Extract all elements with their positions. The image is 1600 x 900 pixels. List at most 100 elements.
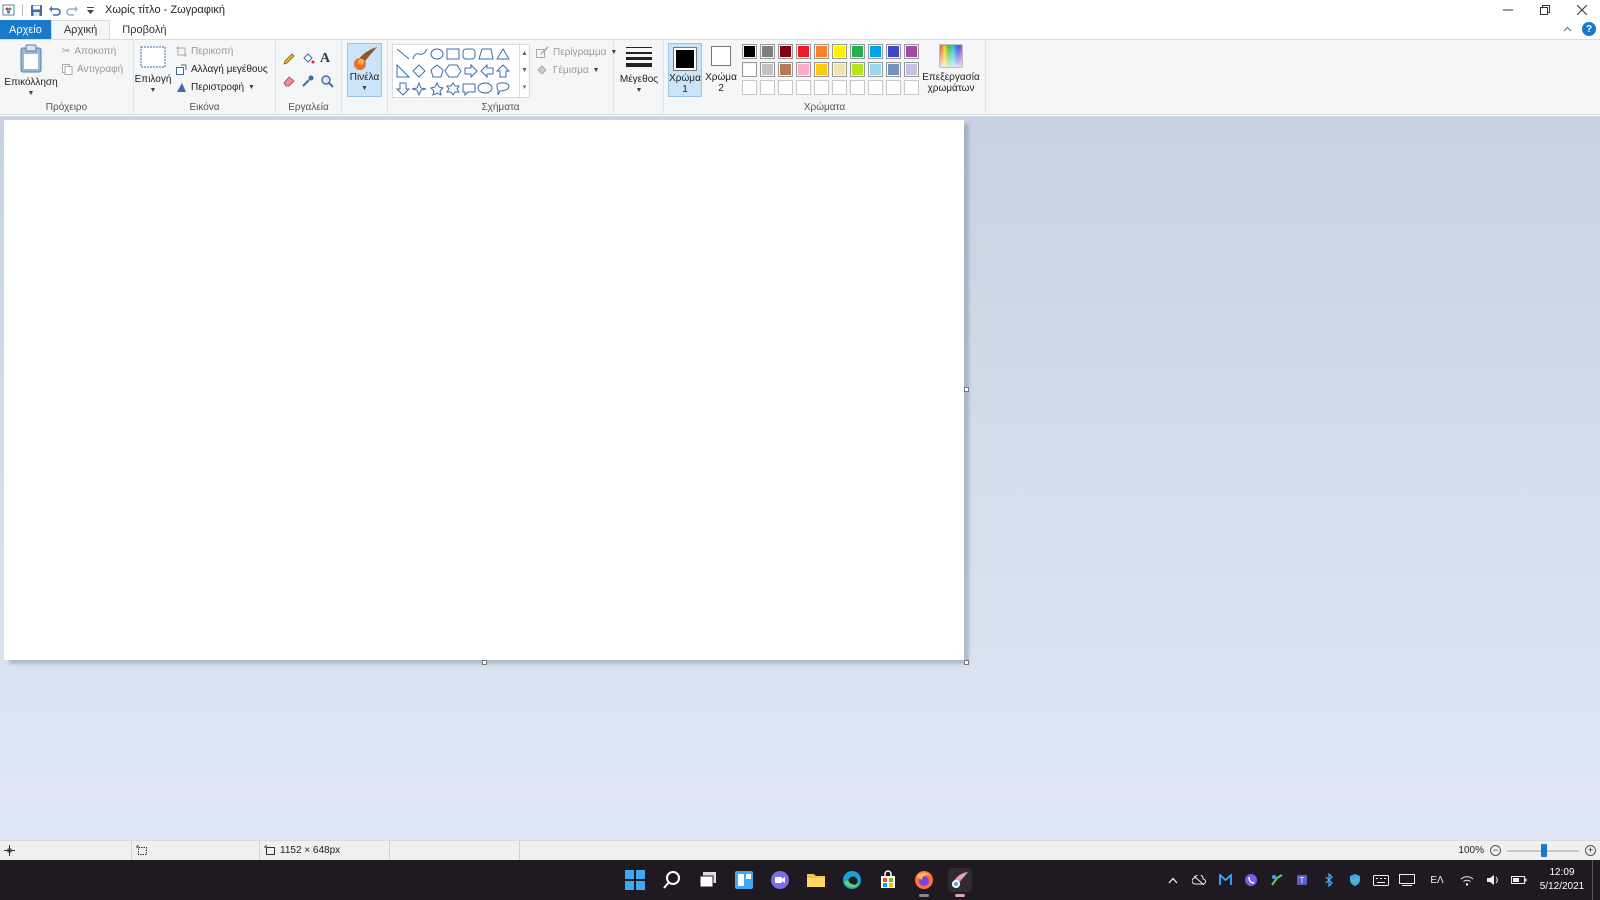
search-icon[interactable] <box>660 868 684 892</box>
palette-swatch[interactable] <box>760 44 775 59</box>
zoom-slider-thumb[interactable] <box>1541 843 1547 857</box>
battery-icon[interactable] <box>1506 875 1532 885</box>
store-icon[interactable] <box>876 868 900 892</box>
minimize-button[interactable] <box>1489 0 1526 20</box>
undo-icon[interactable] <box>47 3 61 17</box>
custom-color-slot[interactable] <box>886 80 901 95</box>
cut-button[interactable]: ✂ Αποκοπή <box>62 46 116 57</box>
fill-button[interactable]: Γέμισμα ▼ <box>536 64 600 76</box>
palette-swatch[interactable] <box>760 62 775 77</box>
paste-button[interactable]: Επικόλληση ▼ <box>4 44 58 99</box>
color2-button[interactable]: Χρώμα 2 <box>704 46 738 94</box>
magnifier-icon[interactable] <box>320 74 334 91</box>
palette-swatch[interactable] <box>742 44 757 59</box>
shapes-scroll[interactable]: ▲ ▼ ▾ <box>520 44 530 98</box>
security-shield-icon[interactable] <box>1342 873 1368 887</box>
zoom-out-button[interactable]: − <box>1490 845 1501 856</box>
palette-swatch[interactable] <box>850 62 865 77</box>
palette-swatch[interactable] <box>742 62 757 77</box>
tab-view[interactable]: Προβολή <box>110 20 178 39</box>
firefox-icon[interactable] <box>912 868 936 897</box>
palette-swatch[interactable] <box>886 62 901 77</box>
touch-keyboard-icon[interactable] <box>1368 874 1394 886</box>
custom-color-slot[interactable] <box>760 80 775 95</box>
palette-swatch[interactable] <box>868 44 883 59</box>
graphics-tray-icon[interactable] <box>1264 873 1290 887</box>
show-hidden-icons-icon[interactable] <box>1160 877 1186 884</box>
palette-swatch[interactable] <box>868 62 883 77</box>
volume-icon[interactable] <box>1480 874 1506 886</box>
input-language[interactable]: ΕΛ <box>1420 875 1454 886</box>
color1-button[interactable]: Χρώμα 1 <box>668 43 702 97</box>
pencil-icon[interactable] <box>282 52 296 69</box>
tab-home[interactable]: Αρχική <box>50 20 111 39</box>
close-button[interactable] <box>1563 0 1600 20</box>
custom-color-slot[interactable] <box>814 80 829 95</box>
widgets-icon[interactable] <box>732 868 756 892</box>
teams-icon[interactable]: T <box>1290 873 1316 887</box>
custom-color-slot[interactable] <box>850 80 865 95</box>
outline-button[interactable]: Περίγραμμα ▼ <box>536 46 617 58</box>
palette-swatch[interactable] <box>778 44 793 59</box>
color-picker-icon[interactable] <box>301 74 315 91</box>
file-explorer-icon[interactable] <box>804 868 828 892</box>
text-tool-icon[interactable]: A <box>320 51 330 67</box>
paste-dropdown-icon[interactable]: ▼ <box>28 88 35 99</box>
custom-color-slot[interactable] <box>868 80 883 95</box>
custom-color-slot[interactable] <box>904 80 919 95</box>
help-icon[interactable]: ? <box>1582 22 1596 36</box>
palette-swatch[interactable] <box>814 62 829 77</box>
custom-color-slot[interactable] <box>796 80 811 95</box>
shapes-gallery[interactable] <box>392 44 520 98</box>
save-icon[interactable] <box>29 3 43 17</box>
size-button[interactable]: Μέγεθος ▼ <box>618 46 660 96</box>
restore-button[interactable] <box>1526 0 1563 20</box>
start-icon[interactable] <box>623 868 647 892</box>
palette-swatch[interactable] <box>832 62 847 77</box>
customize-qat-icon[interactable] <box>83 3 97 17</box>
select-dropdown-icon[interactable]: ▼ <box>150 85 157 96</box>
palette-swatch[interactable] <box>814 44 829 59</box>
redo-icon[interactable] <box>65 3 79 17</box>
copy-button[interactable]: Αντιγραφή <box>62 64 123 75</box>
brushes-button[interactable]: Πινέλα ▼ <box>347 43 382 97</box>
chat-icon[interactable] <box>768 868 792 892</box>
palette-swatch[interactable] <box>904 44 919 59</box>
viber-icon[interactable] <box>1238 873 1264 887</box>
resize-button[interactable]: Αλλαγή μεγέθους <box>176 64 268 75</box>
drawing-canvas[interactable] <box>4 120 964 660</box>
select-button[interactable]: Επιλογή ▼ <box>135 46 171 96</box>
minimize-ribbon-icon[interactable] <box>1563 23 1572 35</box>
clock[interactable]: 12:09 5/12/2021 <box>1532 866 1592 894</box>
tab-file[interactable]: Αρχείο <box>0 20 51 39</box>
fill-bucket-icon[interactable] <box>301 52 315 69</box>
edge-icon[interactable] <box>840 868 864 892</box>
bluetooth-icon[interactable] <box>1316 873 1342 887</box>
zoom-in-button[interactable]: + <box>1585 845 1596 856</box>
resize-handle-corner[interactable] <box>964 660 969 665</box>
paint-app-icon[interactable] <box>2 3 16 17</box>
eraser-icon[interactable] <box>282 74 296 91</box>
crop-button[interactable]: Περικοπή <box>176 46 233 57</box>
paint-taskbar-icon[interactable] <box>948 868 972 897</box>
onedrive-offline-icon[interactable] <box>1186 875 1212 885</box>
palette-swatch[interactable] <box>904 62 919 77</box>
palette-swatch[interactable] <box>850 44 865 59</box>
palette-swatch[interactable] <box>778 62 793 77</box>
wifi-icon[interactable] <box>1454 875 1480 886</box>
mail-app-icon[interactable] <box>1212 874 1238 886</box>
resize-handle-right[interactable] <box>964 387 969 392</box>
palette-swatch[interactable] <box>796 62 811 77</box>
show-desktop-button[interactable] <box>1592 860 1600 900</box>
palette-swatch[interactable] <box>832 44 847 59</box>
custom-color-slot[interactable] <box>742 80 757 95</box>
custom-color-slot[interactable] <box>832 80 847 95</box>
palette-swatch[interactable] <box>796 44 811 59</box>
zoom-slider[interactable] <box>1507 843 1579 857</box>
rotate-button[interactable]: Περιστροφή ▼ <box>176 82 255 93</box>
custom-color-slot[interactable] <box>778 80 793 95</box>
resize-handle-bottom[interactable] <box>482 660 487 665</box>
task-view-icon[interactable] <box>696 868 720 892</box>
edit-colors-button[interactable]: Επεξεργασία χρωμάτων <box>920 44 982 94</box>
palette-swatch[interactable] <box>886 44 901 59</box>
